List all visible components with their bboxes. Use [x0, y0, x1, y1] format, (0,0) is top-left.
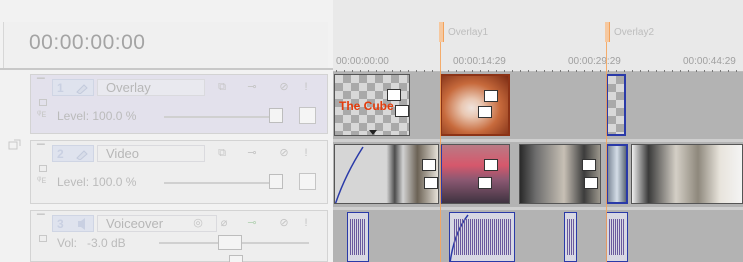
track-name[interactable]: Overlay: [97, 79, 205, 96]
level-slider-knob[interactable]: [269, 174, 283, 189]
timeline-area[interactable]: Overlay1 Overlay2 00:00:00:00 00:00:14:2…: [333, 0, 743, 262]
waveform: [567, 219, 575, 255]
track-minimize-icon[interactable]: ▔: [37, 79, 45, 90]
fade-in-curve-icon: [335, 146, 364, 203]
ruler-label: 00:00:29:29: [568, 56, 621, 67]
marker-bar[interactable]: [333, 0, 743, 48]
overlay-cube-clip[interactable]: [440, 74, 510, 136]
track-name[interactable]: Video: [97, 145, 205, 162]
event-pan-crop-icon[interactable]: [582, 159, 596, 171]
level-label: Level: 100.0 %: [57, 109, 137, 123]
track-motion-icon[interactable]: ⊸: [245, 147, 259, 160]
ruler-label: 00:00:14:29: [453, 56, 506, 67]
timecode-display: 00:00:00:00: [3, 22, 328, 68]
track-checkbox-icon[interactable]: [39, 165, 47, 172]
mute-icon[interactable]: ⊘: [277, 81, 291, 94]
volume-value: -3.0 dB: [87, 236, 126, 250]
marker-label-2: Overlay2: [614, 27, 655, 38]
overlay-short-clip[interactable]: [606, 74, 626, 136]
level-label: Level: 100.0 %: [57, 175, 137, 189]
event-pan-crop-icon[interactable]: [484, 90, 498, 102]
solo-icon[interactable]: !: [299, 217, 313, 230]
marker-label-1: Overlay1: [448, 27, 489, 38]
track-fx-chain-icon[interactable]: ⊸: [245, 217, 259, 230]
time-ruler[interactable]: [333, 48, 743, 72]
ruler-label: 00:00:00:00: [336, 56, 389, 67]
track-header-voiceover[interactable]: ▔ 3 Voiceover ◎ ⌀ ⊸ ⊘ ! Vol: -3.0 dB: [30, 210, 328, 262]
level-slider-track[interactable]: [164, 116, 282, 118]
overlay-title-clip[interactable]: The Cube: [334, 74, 410, 136]
waveform: [350, 219, 366, 255]
track-number: 3: [57, 217, 64, 231]
input-monitor-icon[interactable]: ⌀: [217, 217, 231, 230]
voiceover-clip-3[interactable]: [564, 212, 577, 262]
timecode-text: 00:00:00:00: [29, 31, 146, 54]
track-number: 1: [57, 81, 64, 95]
event-fx-icon[interactable]: [478, 106, 492, 118]
event-fx-icon[interactable]: [584, 177, 598, 189]
record-arm-icon[interactable]: ◎: [191, 217, 205, 230]
video-clip-2[interactable]: [440, 144, 510, 204]
event-pan-crop-icon[interactable]: [387, 89, 401, 101]
track-header-video[interactable]: ▔ 2 Video ⧉ ⊸ ⊘ ! ᵠᴇ Level: 100.0 %: [30, 140, 328, 204]
composite-mode-icon[interactable]: ⧉: [215, 147, 229, 160]
mute-icon[interactable]: ⊘: [277, 217, 291, 230]
track-fx-icon[interactable]: ᵠᴇ: [37, 175, 46, 186]
track-header-overlay[interactable]: ▔ 1 Overlay ⧉ ⊸ ⊘ ! ᵠᴇ Level: 100.0 %: [30, 74, 328, 134]
lane-voiceover[interactable]: [333, 210, 743, 262]
video-clip-1[interactable]: [334, 144, 439, 204]
track-fx-icon[interactable]: ᵠᴇ: [37, 109, 46, 120]
video-track-icon: [76, 84, 88, 94]
level-slider-knob[interactable]: [269, 108, 283, 123]
clip-handle-icon[interactable]: [369, 130, 377, 135]
video-clip-4[interactable]: [606, 144, 628, 204]
ruler-label: 00:00:44:29: [683, 56, 736, 67]
voiceover-clip-1[interactable]: [347, 212, 369, 262]
track-minimize-icon[interactable]: ▔: [37, 215, 45, 226]
track-minimize-icon[interactable]: ▔: [37, 145, 45, 156]
video-clip-5[interactable]: [631, 144, 743, 204]
voiceover-clip-4[interactable]: [606, 212, 628, 262]
track-settings-button[interactable]: [299, 107, 316, 124]
event-fx-icon[interactable]: [395, 105, 409, 117]
volume-label: Vol:: [57, 236, 78, 250]
header-divider: [0, 68, 333, 70]
marker-flag-2[interactable]: [605, 22, 610, 42]
solo-icon[interactable]: !: [299, 147, 313, 160]
track-number-badge: 2: [52, 145, 94, 162]
track-checkbox-icon[interactable]: [39, 99, 47, 106]
marker-line-2: [606, 42, 607, 262]
marker-line-1: [440, 42, 441, 262]
composite-mode-icon[interactable]: ⧉: [215, 81, 229, 94]
event-pan-crop-icon[interactable]: [484, 159, 498, 171]
track-motion-icon[interactable]: ⊸: [245, 81, 259, 94]
event-fx-icon[interactable]: [424, 177, 438, 189]
event-pan-crop-icon[interactable]: [422, 159, 436, 171]
mute-icon[interactable]: ⊘: [277, 147, 291, 160]
track-settings-button[interactable]: [299, 173, 316, 190]
solo-icon[interactable]: !: [299, 81, 313, 94]
audio-track-icon: [78, 218, 85, 230]
video-track-icon: [76, 150, 88, 160]
track-checkbox-icon[interactable]: [39, 235, 47, 242]
track-number: 2: [57, 147, 64, 161]
voiceover-clip-2[interactable]: [449, 212, 515, 262]
waveform: [609, 219, 625, 255]
level-slider-track[interactable]: [164, 182, 282, 184]
track-number-badge: 3: [52, 215, 94, 232]
clip-title-text: The Cube: [339, 99, 394, 113]
waveform: [454, 219, 512, 255]
video-clip-3[interactable]: [519, 144, 601, 204]
track-number-badge: 1: [52, 79, 94, 96]
expand-tracks-icon[interactable]: [8, 139, 22, 151]
marker-flag-1[interactable]: [439, 22, 444, 42]
event-fx-icon[interactable]: [478, 177, 492, 189]
volume-slider-knob[interactable]: [218, 235, 242, 250]
pan-slider-knob[interactable]: [229, 255, 243, 262]
